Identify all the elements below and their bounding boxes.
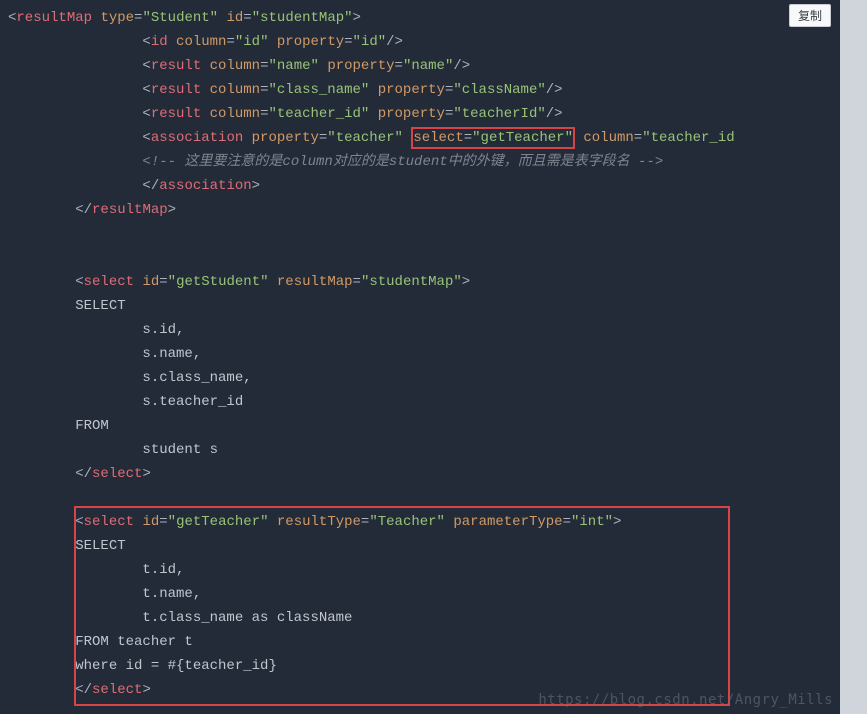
sql-text: FROM (8, 414, 840, 438)
code-line: <resultMap type="Student" id="studentMap… (8, 6, 840, 30)
copy-button[interactable]: 复制 (789, 4, 831, 27)
code-line: <result column="teacher_id" property="te… (8, 102, 840, 126)
sql-text: where id = #{teacher_id} (8, 654, 840, 678)
sql-text: s.teacher_id (8, 390, 840, 414)
sql-text: t.id, (8, 558, 840, 582)
code-line: <!-- 这里要注意的是column对应的是student中的外键，而且需是表字… (8, 150, 840, 174)
code-line: </resultMap> (8, 198, 840, 222)
sql-text: SELECT (8, 534, 840, 558)
code-line: <select id="getStudent" resultMap="stude… (8, 270, 840, 294)
code-line: <select id="getTeacher" resultType="Teac… (8, 510, 840, 534)
sql-text: t.class_name as className (8, 606, 840, 630)
sql-text: s.class_name, (8, 366, 840, 390)
right-gutter (840, 0, 867, 714)
code-line: <id column="id" property="id"/> (8, 30, 840, 54)
sql-text: FROM teacher t (8, 630, 840, 654)
code-line: </select> (8, 678, 840, 702)
code-line: <association property="teacher" select="… (8, 126, 840, 150)
sql-text: t.name, (8, 582, 840, 606)
sql-text: s.id, (8, 318, 840, 342)
code-line: <result column="name" property="name"/> (8, 54, 840, 78)
highlight-select-attr: select="getTeacher" (411, 127, 575, 149)
sql-text: student s (8, 438, 840, 462)
code-line: </select> (8, 462, 840, 486)
code-line: </association> (8, 174, 840, 198)
code-line: <result column="class_name" property="cl… (8, 78, 840, 102)
sql-text: s.name, (8, 342, 840, 366)
code-block: <resultMap type="Student" id="studentMap… (0, 0, 840, 714)
sql-text: SELECT (8, 294, 840, 318)
